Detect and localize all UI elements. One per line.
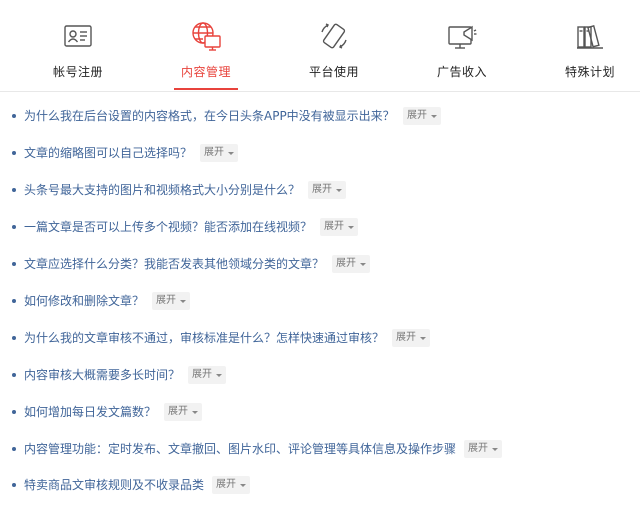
active-tab-indicator [174, 88, 238, 90]
tab-label: 平台使用 [308, 65, 359, 79]
tab-ad-income[interactable]: 广告收入 [398, 0, 526, 92]
id-card-icon [62, 20, 94, 52]
caret-down-icon [431, 115, 437, 118]
faq-question[interactable]: 头条号最大支持的图片和视频格式大小分别是什么？ [24, 182, 300, 198]
faq-question[interactable]: 文章的缩略图可以自己选择吗？ [24, 145, 192, 161]
bullet [12, 447, 16, 451]
special-plan-icon [574, 20, 606, 52]
tab-label: 帐号注册 [52, 65, 103, 79]
tab-special-plan[interactable]: 特殊计划 [526, 0, 640, 92]
caret-down-icon [216, 374, 222, 377]
faq-question[interactable]: 为什么我的文章审核不通过，审核标准是什么？怎样快速通过审核？ [24, 330, 384, 346]
faq-question[interactable]: 如何增加每日发文篇数？ [24, 404, 156, 420]
expand-button[interactable]: 展开 [332, 255, 370, 273]
expand-button[interactable]: 展开 [392, 329, 430, 347]
faq-question[interactable]: 一篇文章是否可以上传多个视频？能否添加在线视频？ [24, 219, 312, 235]
caret-down-icon [192, 411, 198, 414]
faq-question[interactable]: 文章应选择什么分类？我能否发表其他领域分类的文章？ [24, 256, 324, 272]
tab-content-management[interactable]: 内容管理 [142, 0, 270, 92]
ad-income-icon [446, 20, 478, 52]
caret-down-icon [240, 484, 246, 487]
faq-question[interactable]: 为什么我在后台设置的内容格式，在今日头条APP中没有被显示出来？ [24, 108, 395, 124]
tab-label: 广告收入 [436, 65, 487, 79]
faq-question[interactable]: 内容管理功能：定时发布、文章撤回、图片水印、评论管理等具体信息及操作步骤 [24, 441, 456, 457]
caret-down-icon [180, 300, 186, 303]
tab-account-registration[interactable]: 帐号注册 [14, 0, 142, 92]
bullet [12, 336, 16, 340]
expand-button[interactable]: 展开 [308, 181, 346, 199]
caret-down-icon [360, 263, 366, 266]
caret-down-icon [420, 337, 426, 340]
bullet [12, 225, 16, 229]
expand-button[interactable]: 展开 [464, 440, 502, 458]
tab-label: 内容管理 [180, 65, 231, 79]
bullet [12, 151, 16, 155]
expand-button[interactable]: 展开 [403, 107, 441, 125]
category-tabs: 帐号注册 内容管理 平台使用 广告收入 特殊计划 [0, 0, 640, 92]
bullet [12, 188, 16, 192]
expand-button[interactable]: 展开 [200, 144, 238, 162]
content-management-icon [190, 20, 222, 52]
bullet [12, 299, 16, 303]
expand-button[interactable]: 展开 [188, 366, 226, 384]
expand-button[interactable]: 展开 [212, 476, 250, 494]
tab-label: 特殊计划 [564, 65, 615, 79]
expand-button[interactable]: 展开 [152, 292, 190, 310]
expand-button[interactable]: 展开 [164, 403, 202, 421]
bullet [12, 410, 16, 414]
bullet [12, 114, 16, 118]
faq-question[interactable]: 内容审核大概需要多长时间？ [24, 367, 180, 383]
caret-down-icon [228, 152, 234, 155]
tab-platform-usage[interactable]: 平台使用 [270, 0, 398, 92]
platform-usage-icon [318, 20, 350, 52]
bullet [12, 373, 16, 377]
faq-question[interactable]: 特卖商品文审核规则及不收录品类 [24, 477, 204, 493]
caret-down-icon [492, 448, 498, 451]
bullet [12, 483, 16, 487]
caret-down-icon [336, 189, 342, 192]
caret-down-icon [348, 226, 354, 229]
faq-question[interactable]: 如何修改和删除文章？ [24, 293, 144, 309]
bullet [12, 262, 16, 266]
expand-button[interactable]: 展开 [320, 218, 358, 236]
